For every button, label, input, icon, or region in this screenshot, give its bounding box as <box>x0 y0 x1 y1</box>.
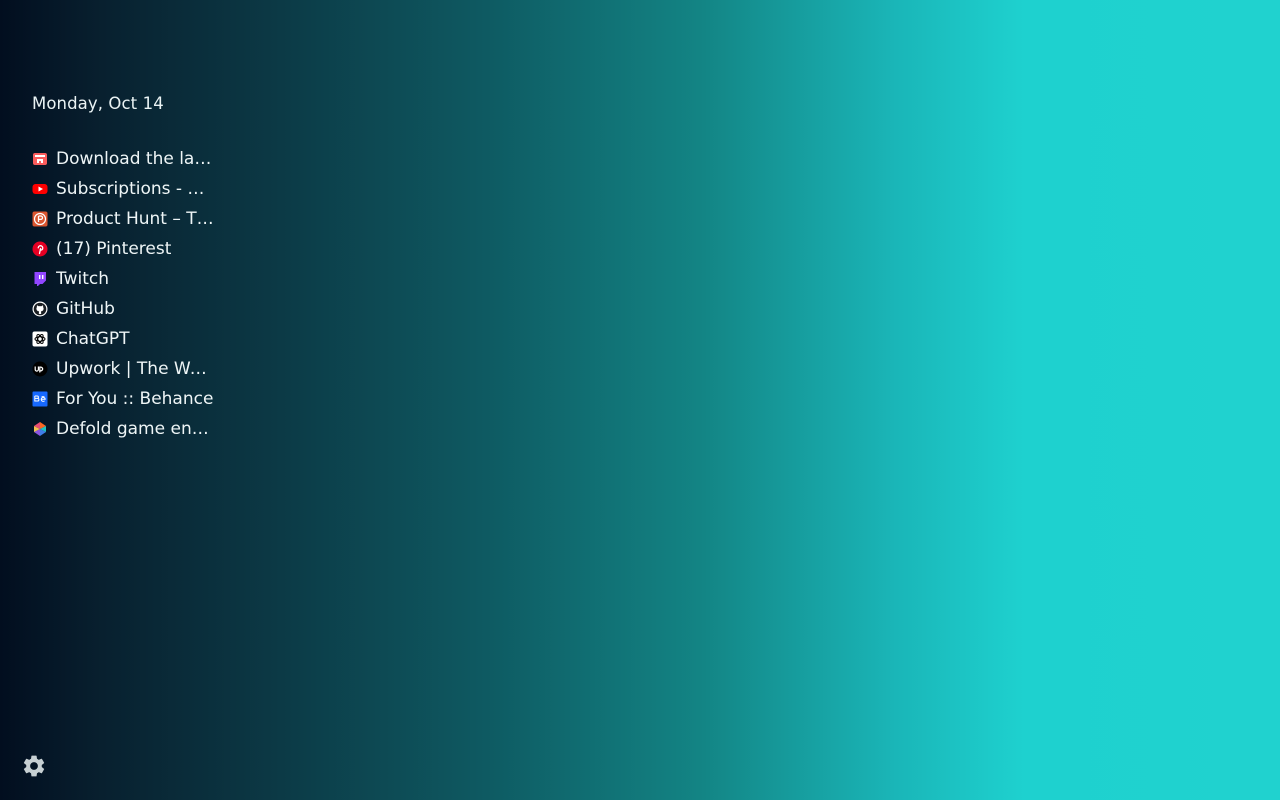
bookmark-label: Upwork | The Wor… <box>56 359 216 379</box>
itch-icon <box>32 151 48 167</box>
date-label: Monday, Oct 14 <box>32 94 164 113</box>
twitch-icon <box>32 271 48 287</box>
bookmark-label: GitHub <box>56 299 115 319</box>
producthunt-icon <box>32 211 48 227</box>
bookmark-label: Product Hunt – T… <box>56 209 214 229</box>
bookmark-label: (17) Pinterest <box>56 239 172 259</box>
behance-icon <box>32 391 48 407</box>
gear-icon <box>21 753 47 779</box>
bookmark-item[interactable]: Defold game engi… <box>32 414 216 444</box>
bookmark-item[interactable]: GitHub <box>32 294 216 324</box>
youtube-icon <box>32 181 48 197</box>
new-tab-page: Monday, Oct 14 Download the lat… Subscri… <box>0 0 1280 800</box>
bookmark-item[interactable]: (17) Pinterest <box>32 234 216 264</box>
github-icon <box>32 301 48 317</box>
bookmark-item[interactable]: Product Hunt – T… <box>32 204 216 234</box>
bookmark-item[interactable]: Subscriptions - … <box>32 174 216 204</box>
bookmark-item[interactable]: Download the lat… <box>32 144 216 174</box>
upwork-icon <box>32 361 48 377</box>
bookmark-label: Twitch <box>56 269 109 289</box>
bookmark-item[interactable]: Twitch <box>32 264 216 294</box>
bookmark-label: Subscriptions - … <box>56 179 205 199</box>
bookmark-list: Download the lat… Subscriptions - … Prod… <box>32 144 216 444</box>
bookmark-label: ChatGPT <box>56 329 130 349</box>
chatgpt-icon <box>32 331 48 347</box>
bookmark-label: Download the lat… <box>56 149 216 169</box>
pinterest-icon <box>32 241 48 257</box>
bookmark-label: For You :: Behance <box>56 389 214 409</box>
bookmark-item[interactable]: For You :: Behance <box>32 384 216 414</box>
settings-button[interactable] <box>21 753 47 779</box>
defold-icon <box>32 421 48 437</box>
bookmark-label: Defold game engi… <box>56 419 216 439</box>
bookmark-item[interactable]: Upwork | The Wor… <box>32 354 216 384</box>
bookmark-item[interactable]: ChatGPT <box>32 324 216 354</box>
